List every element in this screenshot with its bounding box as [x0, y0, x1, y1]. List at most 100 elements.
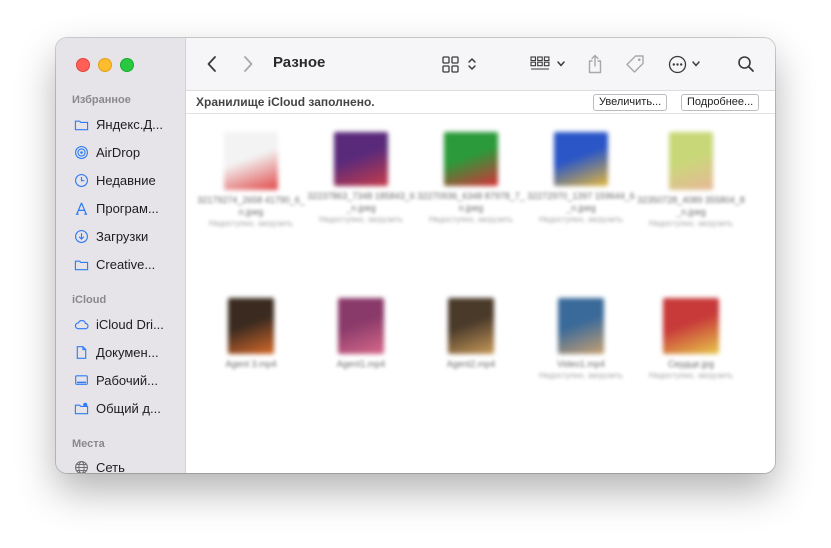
file-thumbnail [334, 132, 388, 186]
file-name: Agent2.mp4 [446, 359, 496, 369]
sidebar-item-downloads[interactable]: Загрузки [74, 226, 182, 246]
share-icon [588, 54, 602, 74]
forward-icon [244, 56, 253, 72]
sidebar-item-label: Загрузки [96, 228, 149, 244]
sidebar-item-label: Сеть [96, 459, 125, 474]
view-mode-button[interactable] [440, 52, 478, 76]
file-thumbnail [448, 298, 494, 354]
file-item[interactable]: Video1.mp4 Недоступно, загрузить [526, 298, 636, 381]
apps-icon [75, 202, 88, 215]
download-icon [75, 229, 88, 243]
sidebar-item-label: Докумен... [96, 344, 159, 360]
file-thumbnail [338, 298, 384, 354]
network-icon [75, 460, 88, 473]
sidebar: Избранное Яндекс.Д... AirDrop Недавние П… [56, 38, 186, 473]
sidebar-item-airdrop[interactable]: AirDrop [74, 142, 182, 162]
more-icon [668, 55, 686, 73]
file-item[interactable]: Agent2.mp4 [416, 298, 526, 370]
sidebar-item-label: Недавние [96, 172, 156, 188]
close-button[interactable] [76, 58, 90, 72]
file-item[interactable]: 32272970_1397 159644_6_n.jpeg Недоступно… [526, 132, 636, 225]
banner-message: Хранилище iCloud заполнено. [196, 95, 375, 109]
file-name: Agent1.mp4 [336, 359, 386, 369]
folder-icon [74, 120, 89, 130]
file-item[interactable]: Сердце.jpg Недоступно, загрузить [636, 298, 746, 381]
icloud-storage-banner: Хранилище iCloud заполнено. Увеличить...… [186, 91, 775, 114]
chevron-down-icon [691, 61, 700, 67]
back-icon [207, 56, 216, 72]
sidebar-item-label: Рабочий... [96, 372, 158, 388]
tag-button[interactable] [623, 52, 647, 76]
folder-icon [74, 260, 89, 270]
group-by-button[interactable] [528, 52, 568, 76]
file-name: Agent 3.mp4 [225, 359, 277, 369]
minimize-button[interactable] [98, 58, 112, 72]
file-status: Недоступно, загрузить [209, 219, 293, 228]
sidebar-section-locations: Места [72, 438, 105, 450]
tag-icon [626, 55, 644, 73]
file-item[interactable]: 32179274_2658 41790_6_n.jpeg Недоступно,… [196, 132, 306, 229]
window-title: Разное [273, 54, 326, 71]
sidebar-item-documents[interactable]: Докумен... [74, 342, 182, 362]
toolbar: Разное [186, 38, 775, 91]
sidebar-item-icloud-drive[interactable]: iCloud Dri... [74, 314, 182, 334]
file-item[interactable]: 32237863_7348 185843_6_n.jpeg Недоступно… [306, 132, 416, 225]
upgrade-storage-button[interactable]: Увеличить... [593, 94, 668, 111]
chevron-down-icon [557, 61, 565, 67]
file-item[interactable]: 32350728_4089 355804_8_n.jpeg Недоступно… [636, 132, 746, 229]
forward-button[interactable] [238, 52, 258, 76]
back-button[interactable] [202, 52, 222, 76]
cloud-icon [74, 319, 89, 329]
file-thumbnail [224, 132, 278, 190]
search-button[interactable] [735, 52, 757, 76]
details-button[interactable]: Подробнее... [681, 94, 760, 111]
file-status: Недоступно, загрузить [539, 215, 623, 224]
sidebar-item-label: Общий д... [96, 400, 161, 416]
file-thumbnail [444, 132, 498, 186]
grid-view-icon [441, 55, 459, 73]
airdrop-icon [75, 145, 88, 159]
file-item[interactable]: 32270936_6348 87978_7_n.jpeg Недоступно,… [416, 132, 526, 225]
sidebar-item-shared[interactable]: Общий д... [74, 398, 182, 418]
share-button[interactable] [584, 52, 606, 76]
zoom-button[interactable] [120, 58, 134, 72]
file-item[interactable]: Agent 3.mp4 [196, 298, 306, 370]
file-name: 32237863_7348 185843_6_n.jpeg [307, 191, 415, 213]
file-name: 32179274_2658 41790_6_n.jpeg [197, 195, 305, 217]
sidebar-item-network[interactable]: Сеть [74, 457, 182, 473]
updown-chevron-icon [467, 58, 476, 70]
file-name: 32272970_1397 159644_6_n.jpeg [527, 191, 635, 213]
file-grid: 32179274_2658 41790_6_n.jpeg Недоступно,… [186, 114, 775, 473]
sidebar-section-icloud: iCloud [72, 294, 107, 306]
group-by-icon [530, 56, 550, 70]
file-status: Недоступно, загрузить [649, 371, 733, 380]
finder-window: Избранное Яндекс.Д... AirDrop Недавние П… [56, 38, 775, 473]
sidebar-item-yandex-disk[interactable]: Яндекс.Д... [74, 114, 182, 134]
sidebar-item-desktop[interactable]: Рабочий... [74, 370, 182, 390]
sidebar-item-label: Програм... [96, 200, 159, 216]
shared-folder-icon [74, 402, 89, 414]
sidebar-item-applications[interactable]: Програм... [74, 198, 182, 218]
file-name: 32270936_6348 87978_7_n.jpeg [417, 191, 525, 213]
file-thumbnail [554, 132, 608, 186]
sidebar-item-label: AirDrop [96, 144, 141, 160]
sidebar-item-creative-cloud[interactable]: Creative... [74, 254, 182, 274]
file-name: Video1.mp4 [557, 359, 605, 369]
file-name: Сердце.jpg [667, 359, 715, 369]
document-icon [76, 345, 87, 359]
traffic-lights [76, 58, 134, 72]
file-status: Недоступно, загрузить [649, 219, 733, 228]
sidebar-item-label: iCloud Dri... [96, 316, 164, 332]
file-status: Недоступно, загрузить [429, 215, 513, 224]
more-actions-button[interactable] [664, 52, 704, 76]
file-status: Недоступно, загрузить [539, 371, 623, 380]
file-thumbnail [669, 132, 713, 190]
file-name: 32350728_4089 355804_8_n.jpeg [637, 195, 745, 217]
clock-icon [75, 173, 88, 187]
sidebar-item-recents[interactable]: Недавние [74, 170, 182, 190]
file-thumbnail [228, 298, 274, 354]
file-thumbnail [558, 298, 604, 354]
search-icon [738, 56, 754, 72]
file-thumbnail [663, 298, 719, 354]
file-item[interactable]: Agent1.mp4 [306, 298, 416, 370]
